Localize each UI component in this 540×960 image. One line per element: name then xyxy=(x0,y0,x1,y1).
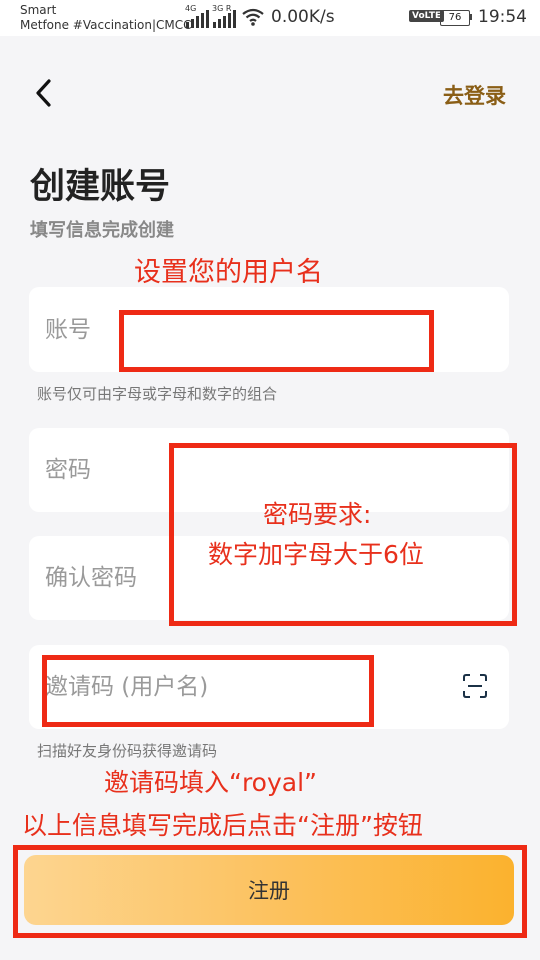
status-bar: Smart Metfone #Vaccination|CMCC 4G 3G R … xyxy=(0,0,540,36)
page-subtitle: 填写信息完成创建 xyxy=(30,220,174,241)
signal-4g-icon: 4G xyxy=(185,4,209,28)
annotation-after: 以上信息填写完成后点击“注册”按钮 xyxy=(22,811,423,840)
annotation-password-line1: 密码要求: xyxy=(263,500,372,529)
annotation-password-line2: 数字加字母大于6位 xyxy=(208,540,424,569)
carrier-label: Smart Metfone #Vaccination|CMCC xyxy=(20,3,192,33)
battery-icon: 76 xyxy=(440,10,470,26)
carrier-line2: Metfone #Vaccination|CMCC xyxy=(20,18,192,32)
invite-code-hint: 扫描好友身份码获得邀请码 xyxy=(37,742,218,760)
annotation-box-register xyxy=(13,845,527,938)
network-4g-label: 4G xyxy=(185,4,197,13)
clock: 19:54 xyxy=(478,7,527,27)
chevron-left-icon[interactable] xyxy=(30,78,60,108)
carrier-line1: Smart xyxy=(20,3,57,17)
battery-level: 76 xyxy=(448,12,462,23)
scan-icon[interactable] xyxy=(462,673,488,699)
network-speed: 0.00K/s xyxy=(271,7,335,27)
annotation-username: 设置您的用户名 xyxy=(134,257,323,288)
volte-badge: VoLTE xyxy=(409,10,445,22)
signal-3g-icon: 3G R xyxy=(212,4,236,28)
page-title: 创建账号 xyxy=(30,167,171,207)
annotation-invite: 邀请码填入“royal” xyxy=(104,768,317,797)
battery-tip xyxy=(470,14,472,20)
annotation-box-invite xyxy=(42,655,374,727)
annotation-box-account xyxy=(119,310,434,372)
network-3g-label: 3G R xyxy=(212,4,232,13)
wifi-icon xyxy=(242,8,264,26)
go-login-link[interactable]: 去登录 xyxy=(443,80,506,110)
account-hint: 账号仅可由字母或字母和数字的组合 xyxy=(37,385,278,403)
